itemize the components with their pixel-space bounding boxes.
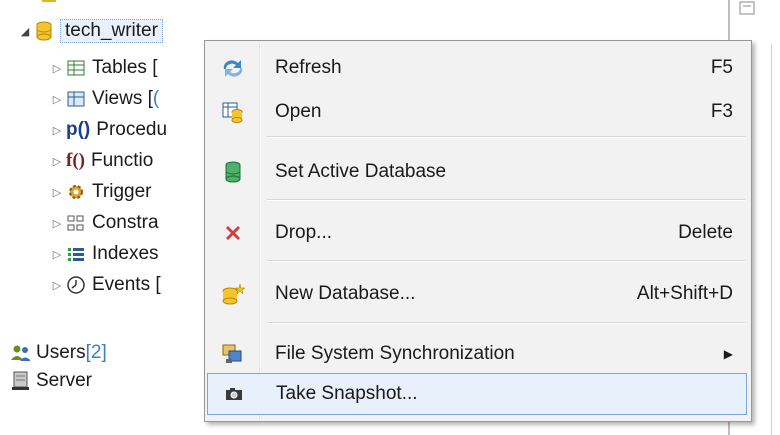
menu-separator <box>267 322 745 324</box>
clipped-icon <box>42 0 56 2</box>
database-label: tech_writer <box>60 19 163 43</box>
menu-item-open[interactable]: Open F3 <box>207 91 747 133</box>
server-icon <box>10 371 30 391</box>
new-database-icon <box>207 283 259 305</box>
tree-label: Events [ <box>92 274 161 295</box>
procedure-icon: p() <box>66 119 91 140</box>
menu-item-label: New Database... <box>275 283 416 304</box>
tree-node-events[interactable]: ▷ Events [ <box>50 270 161 300</box>
sync-icon <box>207 343 259 365</box>
collapsed-triangle-icon[interactable]: ▷ <box>50 248 64 261</box>
menu-item-shortcut: Delete <box>678 222 733 243</box>
constraint-icon <box>66 213 86 233</box>
menu-item-label: Open <box>275 101 322 122</box>
top-clipped-row <box>0 0 700 4</box>
menu-item-label: Drop... <box>275 222 333 243</box>
editor-icon <box>739 1 755 15</box>
index-icon <box>66 244 86 264</box>
tree-node-database[interactable]: ◢ tech_writer <box>18 16 163 46</box>
tree-node-constraints[interactable]: ▷ Constra <box>50 208 159 238</box>
menu-separator <box>267 136 745 138</box>
submenu-arrow-icon: ▶ <box>723 347 733 361</box>
database-icon <box>207 161 259 183</box>
menu-item-label: Set Active Database <box>275 161 447 182</box>
collapsed-triangle-icon[interactable]: ▷ <box>50 155 64 168</box>
menu-item-new-database[interactable]: New Database... Alt+Shift+D <box>207 273 747 315</box>
tree-label: Constra <box>92 212 159 233</box>
drop-x-icon <box>207 223 259 243</box>
open-table-icon <box>207 101 259 123</box>
refresh-icon <box>207 57 259 79</box>
tree-count: [2] <box>85 342 107 363</box>
tree-count: ( <box>152 88 160 109</box>
menu-item-label: Refresh <box>275 57 342 78</box>
table-icon <box>66 58 86 78</box>
menu-item-label: File System Synchronization <box>275 343 515 364</box>
pane-border <box>771 44 772 435</box>
tree-label: Procedu <box>96 119 168 140</box>
menu-item-shortcut: F3 <box>710 101 733 122</box>
menu-item-shortcut: Alt+Shift+D <box>636 283 733 304</box>
camera-icon <box>208 386 260 402</box>
function-icon: f() <box>66 150 85 171</box>
tree-label: Tables [ <box>92 57 158 78</box>
menu-separator <box>267 199 745 201</box>
tree-node-server[interactable]: Server <box>8 366 92 396</box>
collapsed-triangle-icon[interactable]: ▷ <box>50 279 64 292</box>
tree-label: Views [ <box>92 88 153 109</box>
tree-label: Functio <box>90 150 154 171</box>
users-icon <box>10 343 30 363</box>
tree-node-procedures[interactable]: ▷ p() Procedu <box>50 115 167 145</box>
menu-item-shortcut: F5 <box>710 57 733 78</box>
menu-item-refresh[interactable]: Refresh F5 <box>207 47 747 89</box>
tree-label: Trigger <box>92 181 152 202</box>
expanded-triangle-icon[interactable]: ◢ <box>18 25 32 38</box>
tree-node-triggers[interactable]: ▷ Trigger <box>50 177 152 207</box>
menu-separator <box>267 260 745 262</box>
menu-item-set-active-database[interactable]: Set Active Database <box>207 151 747 193</box>
collapsed-triangle-icon[interactable]: ▷ <box>50 186 64 199</box>
tree-node-functions[interactable]: ▷ f() Functio <box>50 146 154 176</box>
tree-node-tables[interactable]: ▷ Tables [ <box>50 53 158 83</box>
collapsed-triangle-icon[interactable]: ▷ <box>50 93 64 106</box>
tree-label: Indexes <box>92 243 159 264</box>
trigger-gear-icon <box>66 182 86 202</box>
collapsed-triangle-icon[interactable]: ▷ <box>50 124 64 137</box>
menu-item-drop[interactable]: Drop... Delete <box>207 212 747 254</box>
tree-label: Users <box>36 342 86 363</box>
view-icon <box>66 89 86 109</box>
clock-icon <box>66 275 86 295</box>
tree-node-views[interactable]: ▷ Views [( <box>50 84 159 114</box>
collapsed-triangle-icon[interactable]: ▷ <box>50 217 64 230</box>
menu-item-label: Take Snapshot... <box>276 383 418 404</box>
tree-label: Server <box>36 370 92 391</box>
tree-node-users[interactable]: Users [2] <box>8 338 107 368</box>
database-icon <box>34 21 54 41</box>
menu-item-file-system-synchronization[interactable]: File System Synchronization ▶ <box>207 333 747 375</box>
tree-node-indexes[interactable]: ▷ Indexes <box>50 239 159 269</box>
context-menu: Refresh F5 Open F3 Set Active Database D… <box>204 40 752 422</box>
menu-item-take-snapshot[interactable]: Take Snapshot... <box>207 373 747 415</box>
collapsed-triangle-icon[interactable]: ▷ <box>50 62 64 75</box>
